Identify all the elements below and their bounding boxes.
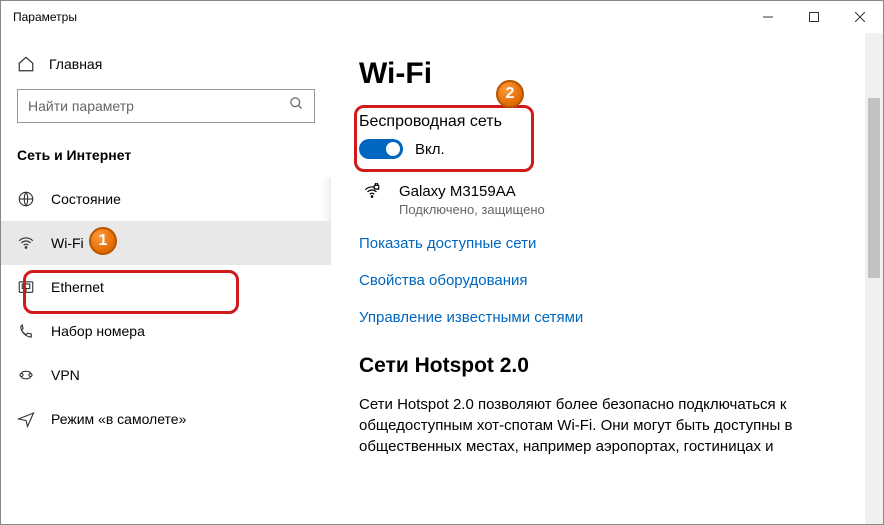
sidebar-item-label: Wi-Fi bbox=[51, 235, 84, 251]
sidebar: Главная Сеть и Интернет Состояние Wi bbox=[1, 33, 331, 524]
network-name: Galaxy M3159AA bbox=[399, 183, 545, 200]
search-icon bbox=[289, 96, 304, 116]
sidebar-item-label: Состояние bbox=[51, 191, 121, 207]
sidebar-item-wifi[interactable]: Wi-Fi bbox=[1, 221, 331, 265]
wifi-lock-icon bbox=[359, 183, 385, 201]
link-known-networks[interactable]: Управление известными сетями bbox=[359, 309, 837, 326]
ethernet-icon bbox=[17, 278, 35, 296]
toggle-knob bbox=[386, 142, 400, 156]
minimize-button[interactable] bbox=[745, 1, 791, 33]
sidebar-item-label: VPN bbox=[51, 367, 80, 383]
sidebar-item-airplane[interactable]: Режим «в самолете» bbox=[1, 397, 331, 441]
sidebar-item-ethernet[interactable]: Ethernet bbox=[1, 265, 331, 309]
toggle-state-label: Вкл. bbox=[415, 141, 445, 158]
sidebar-item-label: Набор номера bbox=[51, 323, 145, 339]
wifi-icon bbox=[17, 234, 35, 252]
content: Wi-Fi Беспроводная сеть Вкл. bbox=[331, 33, 865, 524]
status-icon bbox=[17, 190, 35, 208]
wifi-toggle[interactable] bbox=[359, 139, 403, 159]
sidebar-item-label: Ethernet bbox=[51, 279, 104, 295]
home-label: Главная bbox=[49, 56, 102, 72]
dialup-icon bbox=[17, 322, 35, 340]
maximize-button[interactable] bbox=[791, 1, 837, 33]
page-title: Wi-Fi bbox=[359, 57, 837, 91]
home-icon bbox=[17, 55, 35, 73]
home-link[interactable]: Главная bbox=[1, 51, 331, 83]
scrollbar-track[interactable] bbox=[865, 33, 883, 524]
vpn-icon bbox=[17, 366, 35, 384]
search-box[interactable] bbox=[17, 89, 315, 123]
wireless-heading: Беспроводная сеть bbox=[359, 113, 837, 131]
hotspot-text: Сети Hotspot 2.0 позволяют более безопас… bbox=[359, 394, 837, 457]
airplane-icon bbox=[17, 410, 35, 428]
current-network[interactable]: Galaxy M3159AA Подключено, защищено bbox=[359, 183, 837, 217]
sidebar-item-status[interactable]: Состояние bbox=[1, 177, 331, 221]
titlebar: Параметры bbox=[1, 1, 883, 33]
section-title: Сеть и Интернет bbox=[1, 141, 331, 177]
search-input[interactable] bbox=[28, 98, 263, 114]
link-show-networks[interactable]: Показать доступные сети bbox=[359, 235, 837, 252]
scrollbar-thumb[interactable] bbox=[868, 98, 880, 278]
window-title: Параметры bbox=[13, 10, 77, 24]
sidebar-item-label: Режим «в самолете» bbox=[51, 411, 186, 427]
sidebar-item-dialup[interactable]: Набор номера bbox=[1, 309, 331, 353]
link-hardware-props[interactable]: Свойства оборудования bbox=[359, 272, 837, 289]
hotspot-heading: Сети Hotspot 2.0 bbox=[359, 354, 837, 378]
sidebar-item-vpn[interactable]: VPN bbox=[1, 353, 331, 397]
network-status: Подключено, защищено bbox=[399, 202, 545, 217]
close-button[interactable] bbox=[837, 1, 883, 33]
